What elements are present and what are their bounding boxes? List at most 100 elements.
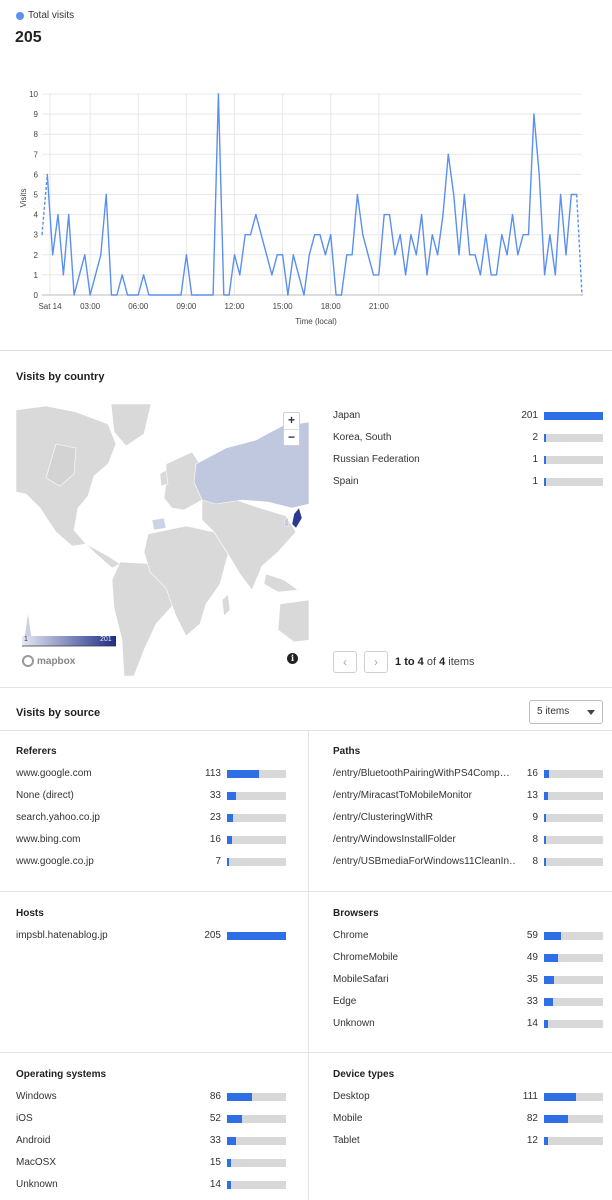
breakdown-row[interactable]: Unknown 14 <box>333 1018 603 1032</box>
data-point <box>570 193 572 196</box>
data-point <box>164 294 166 296</box>
breakdown-row[interactable]: impsbl.hatenablog.jp 205 <box>16 930 286 944</box>
breakdown-row[interactable]: Tablet 12 <box>333 1135 603 1149</box>
row-value: 59 <box>526 930 538 941</box>
breakdown-row[interactable]: www.bing.com 16 <box>16 834 286 848</box>
breakdown-row[interactable]: /entry/WindowsInstallFolder 8 <box>333 834 603 848</box>
data-point <box>581 294 583 296</box>
x-tick-label: 06:00 <box>128 302 149 311</box>
x-tick-label: 03:00 <box>80 302 101 311</box>
row-value: 14 <box>526 1018 538 1029</box>
map-legend-min: 1 <box>24 636 28 643</box>
breakdown-row[interactable]: Desktop 111 <box>333 1091 603 1105</box>
x-tick-label: 21:00 <box>369 302 390 311</box>
data-point <box>340 294 343 296</box>
breakdown-row[interactable]: ChromeMobile 49 <box>333 952 603 966</box>
pagination-from: 1 <box>395 656 402 668</box>
data-point <box>260 234 262 236</box>
row-bar-fill <box>544 478 546 486</box>
row-label: www.google.co.jp <box>16 856 94 867</box>
breakdown-row[interactable]: MacOSX 15 <box>16 1157 286 1171</box>
breakdown-row[interactable]: search.yahoo.co.jp 23 <box>16 812 286 826</box>
breakdown-row[interactable]: Japan 201 <box>333 410 603 424</box>
row-bar-track <box>227 1159 286 1167</box>
data-point <box>543 274 546 276</box>
row-bar-track <box>544 770 603 778</box>
row-value: 52 <box>209 1113 221 1124</box>
data-point <box>383 214 385 216</box>
data-point <box>351 254 353 256</box>
row-label: Russian Federation <box>333 454 420 465</box>
breakdown-row[interactable]: None (direct) 33 <box>16 790 286 804</box>
row-bar-track <box>544 1137 603 1145</box>
data-point <box>207 294 209 296</box>
row-bar-fill <box>227 858 229 866</box>
items-per-page-select[interactable]: 5 items <box>529 700 603 724</box>
row-bar-track <box>544 998 603 1006</box>
breakdown-row[interactable]: Unknown 14 <box>16 1179 286 1193</box>
row-label: search.yahoo.co.jp <box>16 812 100 823</box>
mapbox-logo[interactable]: mapbox <box>22 655 75 667</box>
data-point <box>538 173 540 175</box>
breakdown-row[interactable]: /entry/BluetoothPairingWithPS4Comp… 16 <box>333 768 603 782</box>
row-label: Unknown <box>333 1018 375 1029</box>
data-point <box>362 234 364 236</box>
data-point <box>378 274 380 276</box>
zoom-out-button[interactable]: − <box>284 429 299 445</box>
row-label: /entry/MiracastToMobileMonitor <box>333 790 472 801</box>
y-tick-label: 4 <box>34 211 39 220</box>
y-axis-label: Visits <box>19 189 28 208</box>
breakdown-row[interactable]: Android 33 <box>16 1135 286 1149</box>
row-bar-track <box>544 792 603 800</box>
breakdown-row[interactable]: Windows 86 <box>16 1091 286 1105</box>
breakdown-row[interactable]: www.google.co.jp 7 <box>16 856 286 870</box>
row-label: MobileSafari <box>333 974 389 985</box>
x-tick-label: 12:00 <box>224 302 245 311</box>
world-map[interactable]: 1 201 + − mapbox i <box>16 404 309 676</box>
breakdown-row[interactable]: /entry/USBmediaForWindows11CleanIn… 8 <box>333 856 603 870</box>
data-point <box>426 274 428 276</box>
data-point <box>346 254 348 256</box>
os-title: Operating systems <box>16 1069 107 1080</box>
data-point <box>148 294 150 296</box>
pagination-next-button[interactable]: › <box>364 651 388 673</box>
data-point <box>388 214 391 216</box>
breakdown-row[interactable]: Spain 1 <box>333 476 603 490</box>
y-tick-label: 7 <box>34 150 39 159</box>
chevron-down-icon <box>587 710 595 715</box>
breakdown-row[interactable]: Korea, South 2 <box>333 432 603 446</box>
data-point <box>46 173 48 175</box>
row-bar-fill <box>544 1093 576 1101</box>
referers-title: Referers <box>16 746 57 757</box>
y-tick-label: 6 <box>34 170 39 179</box>
map-info-icon[interactable]: i <box>287 653 298 664</box>
row-bar-track <box>544 954 603 962</box>
data-point <box>73 294 75 296</box>
zoom-in-button[interactable]: + <box>284 413 299 429</box>
pagination-prev-button[interactable]: ‹ <box>333 651 357 673</box>
breakdown-row[interactable]: iOS 52 <box>16 1113 286 1127</box>
breakdown-row[interactable]: MobileSafari 35 <box>333 974 603 988</box>
row-bar-track <box>227 770 286 778</box>
data-point <box>180 294 182 296</box>
breakdown-row[interactable]: /entry/MiracastToMobileMonitor 13 <box>333 790 603 804</box>
data-point <box>474 254 476 256</box>
breakdown-row[interactable]: www.google.com 113 <box>16 768 286 782</box>
breakdown-row[interactable]: /entry/ClusteringWithR 9 <box>333 812 603 826</box>
pagination-summary: 1 to 4 of 4 items <box>395 656 475 668</box>
row-label: /entry/ClusteringWithR <box>333 812 434 823</box>
data-point <box>78 274 81 276</box>
row-label: Edge <box>333 996 357 1007</box>
data-point <box>527 234 530 236</box>
hosts-title: Hosts <box>16 908 44 919</box>
breakdown-row[interactable]: Edge 33 <box>333 996 603 1010</box>
row-bar-fill <box>544 770 549 778</box>
browsers-title: Browsers <box>333 908 379 919</box>
data-point <box>89 294 91 296</box>
breakdown-row[interactable]: Chrome 59 <box>333 930 603 944</box>
row-bar-track <box>227 1093 286 1101</box>
breakdown-row[interactable]: Mobile 82 <box>333 1113 603 1127</box>
row-bar-fill <box>227 932 286 940</box>
breakdown-row[interactable]: Russian Federation 1 <box>333 454 603 468</box>
y-tick-label: 0 <box>34 291 39 300</box>
